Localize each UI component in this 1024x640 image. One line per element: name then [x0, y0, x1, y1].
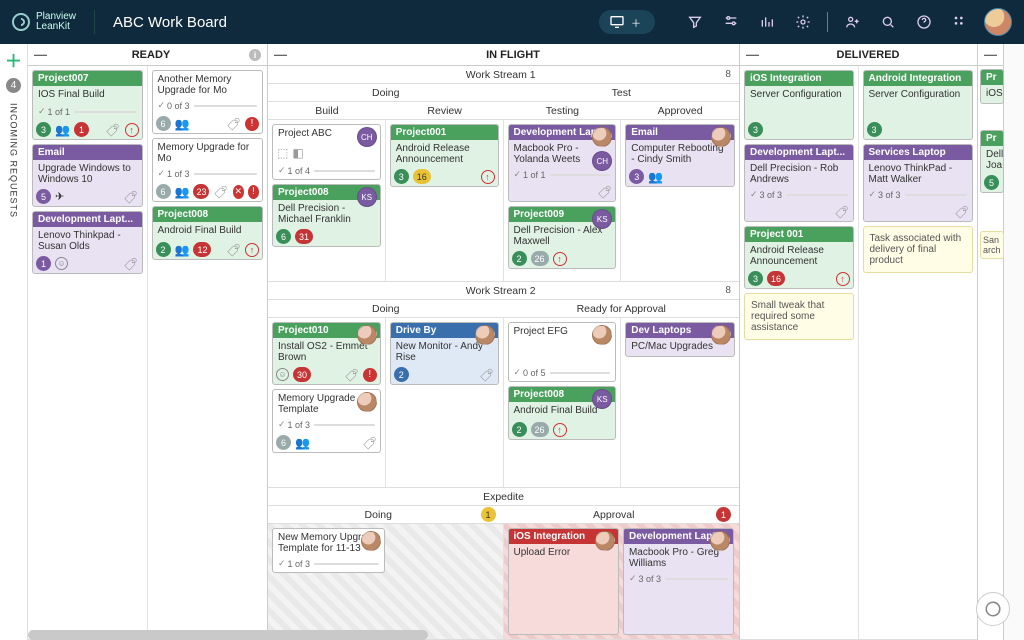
sliders-icon[interactable] — [719, 10, 743, 34]
card[interactable]: Project 001 Android Release Announcement… — [744, 226, 854, 289]
column-delivered: — DELIVERED iOS Integration Server Confi… — [740, 44, 978, 640]
card[interactable]: Email Computer Rebooting - Cindy Smith 3… — [625, 124, 735, 187]
card[interactable]: Project EFG 0 of 5 — [508, 322, 617, 382]
collapse-ready[interactable]: — — [34, 47, 47, 62]
column-overflow: — PriOS PrDell Joa 5 San arch — [978, 44, 1004, 640]
avatar-icon: KS — [357, 187, 377, 207]
card[interactable]: Development Lapt... Dell Precision - Rob… — [744, 144, 854, 222]
card[interactable]: Project008 KS Dell Precision - Michael F… — [272, 184, 381, 247]
planview-badge-icon[interactable] — [976, 592, 1010, 626]
gear-icon[interactable] — [791, 10, 815, 34]
horizontal-scrollbar[interactable] — [28, 630, 428, 640]
card[interactable]: Android Integration Server Configuration… — [863, 70, 974, 140]
column-inflight-title: IN FLIGHT — [293, 49, 733, 61]
card[interactable]: Project008 Android Final Build 2👥12🏷↑ — [152, 206, 264, 260]
card[interactable]: iOS Integration Upload Error — [508, 528, 619, 635]
card[interactable]: Email Upgrade Windows to Windows 10 5✈🏷 — [32, 144, 143, 207]
incoming-sidebar: ＋ 4 INCOMING REQUESTS — [0, 44, 28, 640]
avatar-icon: CH — [357, 127, 377, 147]
ws1-header: Work Stream 18 — [268, 66, 739, 84]
kanban-board: ＋ 4 INCOMING REQUESTS — READY i Project0… — [0, 44, 1024, 640]
divider — [94, 10, 95, 34]
card-peek[interactable]: PriOS — [980, 69, 1004, 104]
column-ready: — READY i Project007 IOS Final Build 1 o… — [28, 44, 268, 640]
top-bar: Planview LeanKit ABC Work Board ＋ — [0, 0, 1024, 44]
card-peek[interactable]: PrDell Joa 5 — [980, 130, 1004, 193]
note-peek[interactable]: San arch — [980, 231, 1004, 259]
card[interactable]: Project010 Install OS2 - Emmet Brown ☺30… — [272, 322, 381, 385]
card[interactable]: iOS Integration Server Configuration 3 — [744, 70, 854, 140]
card[interactable]: Project008KS Android Final Build 226↑ — [508, 386, 617, 440]
expedite-header: Expedite — [268, 488, 739, 506]
chart-icon[interactable] — [755, 10, 779, 34]
add-user-icon[interactable] — [840, 10, 864, 34]
apps-icon[interactable] — [948, 10, 972, 34]
card[interactable]: Services Laptop Lenovo ThinkPad - Matt W… — [863, 144, 974, 222]
card[interactable]: Project ABC CH ⬚◧ 1 of 4 — [272, 124, 381, 180]
ws2-header: Work Stream 28 — [268, 282, 739, 300]
brand-text: Planview LeanKit — [36, 12, 76, 33]
brand: Planview LeanKit — [12, 12, 76, 33]
board-title: ABC Work Board — [113, 14, 227, 31]
card[interactable]: Another Memory Upgrade for Mo 0 of 3 6👥🏷… — [152, 70, 264, 134]
add-card-button[interactable]: ＋ — [5, 47, 22, 72]
collapse-delivered[interactable]: — — [746, 47, 759, 62]
card[interactable]: Development Lapt... Macbook Pro - Greg W… — [623, 528, 734, 635]
brand-logo-icon — [12, 13, 30, 31]
card[interactable]: Memory Upgrade Template 1 of 3 6👥🏷 — [272, 389, 381, 453]
note[interactable]: Small tweak that required some assistanc… — [744, 293, 854, 340]
card[interactable]: Dev Laptops PC/Mac Upgrades — [625, 322, 735, 357]
user-avatar[interactable] — [984, 8, 1012, 36]
card[interactable]: Project009 KS Dell Precision - Alex Maxw… — [508, 206, 617, 269]
incoming-count: 4 — [6, 78, 21, 93]
card[interactable]: New Memory Upgrade Template for 11-13 1 … — [272, 528, 385, 573]
note[interactable]: Task associated with delivery of final p… — [863, 226, 974, 273]
avatar-icon — [711, 127, 731, 147]
info-icon[interactable]: i — [249, 49, 261, 61]
collapse-inflight[interactable]: — — [274, 47, 287, 62]
column-in-flight: — IN FLIGHT Work Stream 18 Doing Test Bu… — [268, 44, 740, 640]
monitor-icon — [609, 14, 625, 30]
card[interactable]: Development Lapt... Lenovo Thinkpad - Su… — [32, 211, 143, 274]
search-icon[interactable] — [876, 10, 900, 34]
card[interactable]: Drive By New Monitor - Andy Rise 2🏷 — [390, 322, 499, 385]
filter-icon[interactable] — [683, 10, 707, 34]
present-button[interactable]: ＋ — [599, 10, 655, 34]
incoming-label: INCOMING REQUESTS — [9, 103, 19, 218]
card[interactable]: Project007 IOS Final Build 1 of 1 3👥1🏷↑ — [32, 70, 143, 140]
card[interactable]: Memory Upgrade for Mo 1 of 3 6👥23🏷✕! — [152, 138, 264, 202]
card[interactable]: Development Lapt... Macbook Pro - Yoland… — [508, 124, 617, 202]
help-icon[interactable] — [912, 10, 936, 34]
card[interactable]: Project001 Android Release Announcement … — [390, 124, 499, 187]
column-ready-title: READY — [53, 49, 249, 61]
